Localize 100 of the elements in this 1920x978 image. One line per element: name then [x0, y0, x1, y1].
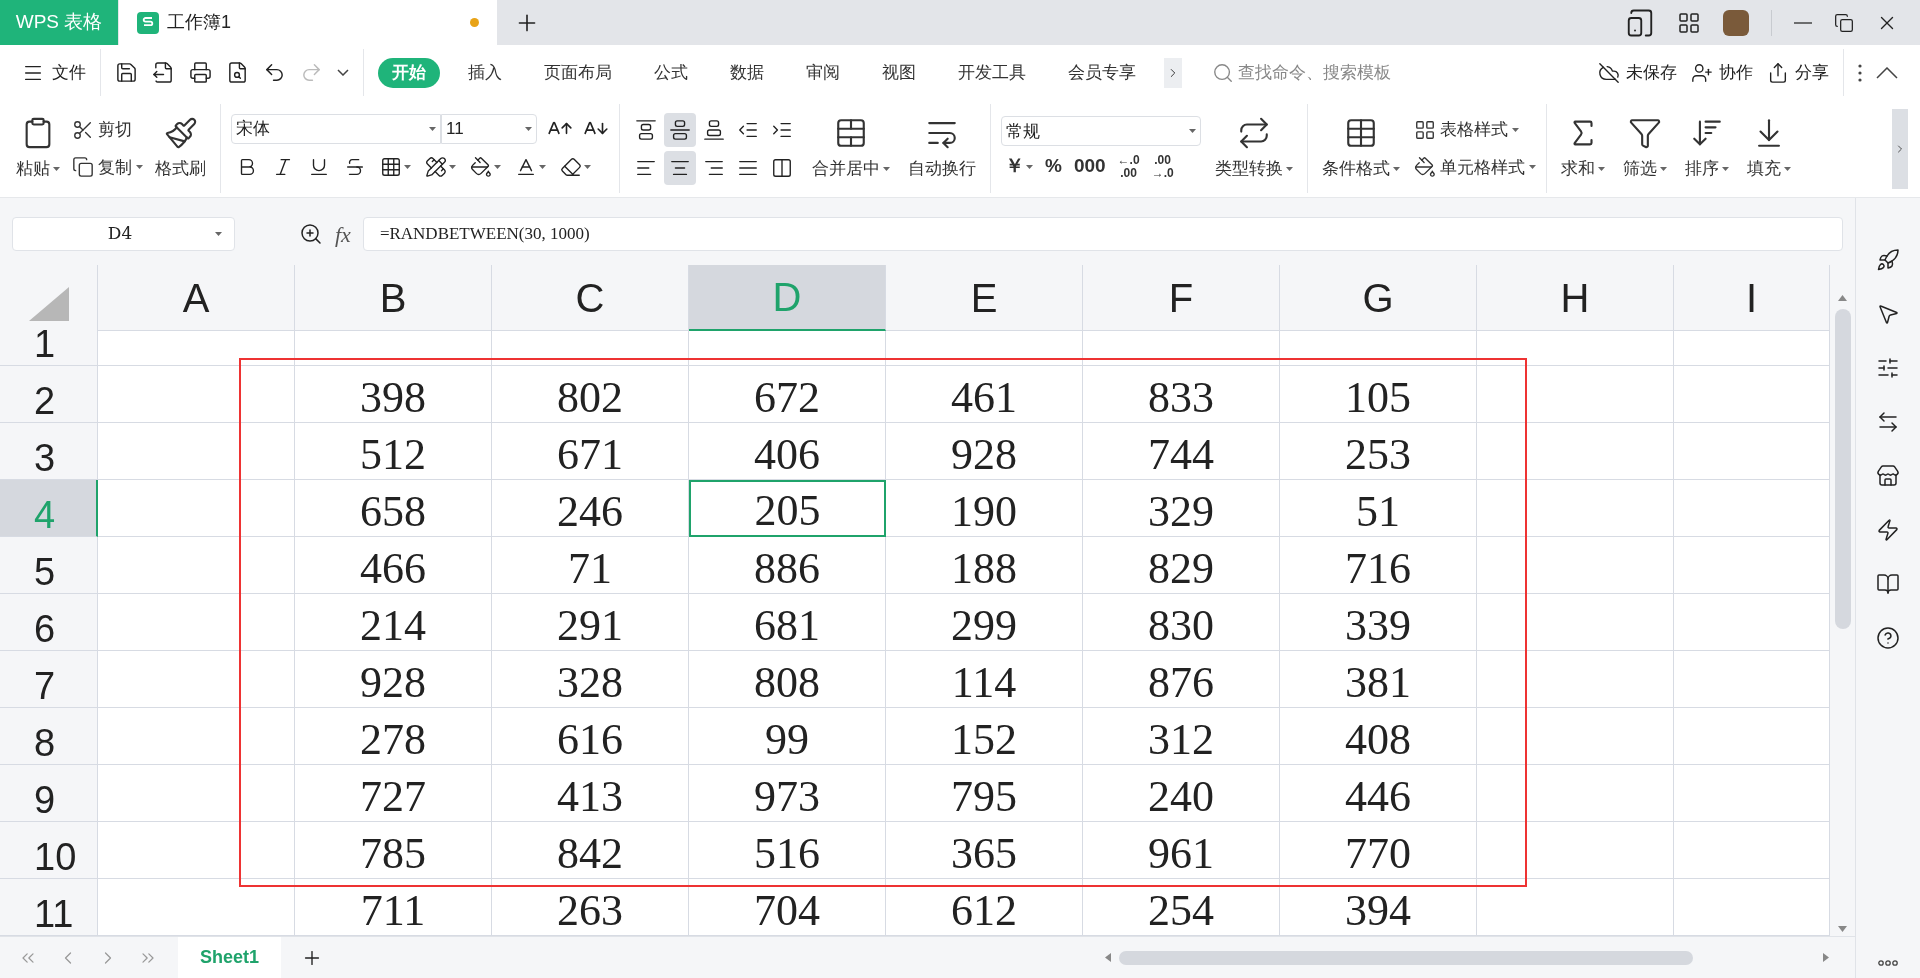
avatar[interactable]: [1723, 9, 1749, 36]
table-cell: 466: [295, 537, 492, 594]
document-tab[interactable]: 工作簿1: [119, 0, 497, 45]
scroll-up-icon[interactable]: [1838, 295, 1847, 301]
menu-tab[interactable]: 开发工具: [944, 57, 1040, 88]
caret-icon: [449, 164, 456, 169]
menu-tab[interactable]: 数据: [716, 57, 778, 88]
help-icon: [1876, 626, 1900, 650]
copy-button[interactable]: 复制: [72, 154, 143, 180]
menu-tab[interactable]: 页面布局: [530, 57, 626, 88]
menu-tab[interactable]: 审阅: [792, 57, 854, 88]
horizontal-align-button[interactable]: [664, 150, 696, 185]
eraser-icon: [560, 155, 582, 178]
table-cell: 408: [1280, 708, 1477, 765]
cell-style-button[interactable]: 单元格样式: [1414, 154, 1536, 180]
editing-button[interactable]: 填充: [1743, 115, 1795, 182]
zoom-icon: [299, 222, 323, 246]
column-header[interactable]: F: [1083, 265, 1280, 331]
header-action-button[interactable]: 协作: [1691, 59, 1753, 86]
more-icon[interactable]: [1858, 63, 1862, 82]
table-style-button[interactable]: 表格样式: [1414, 117, 1536, 143]
paintbrush-icon: [163, 115, 198, 150]
conditional-format-button[interactable]: 条件格式: [1318, 115, 1404, 182]
scroll-down-icon[interactable]: [1838, 926, 1847, 932]
column-header[interactable]: E: [886, 265, 1083, 331]
number-format-button[interactable]: ￥: [1005, 152, 1033, 181]
paste-button[interactable]: 粘贴: [12, 115, 64, 182]
table-cell: 413: [492, 765, 689, 822]
table-cell: 406: [689, 423, 886, 480]
decimal-button[interactable]: ←.0 .00: [1117, 153, 1140, 180]
column-header[interactable]: A: [98, 265, 295, 331]
lightning-icon: [1876, 518, 1900, 542]
number-format-button[interactable]: %: [1045, 152, 1062, 181]
caret-icon: [404, 164, 411, 169]
table-cell: 681: [689, 594, 886, 651]
document-title: 工作簿1: [167, 11, 232, 34]
table-cell: 727: [295, 765, 492, 822]
font-name-select[interactable]: 宋体: [231, 113, 441, 144]
table-cell: 973: [689, 765, 886, 822]
row-header[interactable]: 2: [0, 366, 98, 423]
number-format-select[interactable]: 常规: [1001, 116, 1201, 147]
row-header[interactable]: 10: [0, 822, 98, 879]
menu-tab[interactable]: 公式: [640, 57, 702, 88]
row-header[interactable]: 7: [0, 651, 98, 708]
more-icon[interactable]: [1878, 960, 1898, 966]
table-cell: 808: [689, 651, 886, 708]
table-cell: 512: [295, 423, 492, 480]
row-header[interactable]: 8: [0, 708, 98, 765]
caret-icon: [53, 166, 60, 171]
editing-button[interactable]: 求和: [1557, 115, 1609, 182]
row-header[interactable]: 6: [0, 594, 98, 651]
table-cell: 312: [1083, 708, 1280, 765]
table-cell: 716: [1280, 537, 1477, 594]
caret-icon: [1660, 166, 1667, 171]
undo-icon: [263, 61, 286, 84]
command-search-field[interactable]: 查找命令、搜索模板: [1212, 59, 1532, 86]
header-action-button[interactable]: 分享: [1767, 59, 1829, 86]
menu-tab[interactable]: 插入: [454, 57, 516, 88]
scrollbar-thumb[interactable]: [1834, 309, 1851, 629]
number-format-button[interactable]: 000: [1073, 152, 1106, 181]
add-user-icon: [1691, 61, 1713, 84]
function-label[interactable]: fx: [335, 217, 351, 251]
table-cell: 328: [492, 651, 689, 708]
menu-tab[interactable]: 会员专享: [1054, 57, 1150, 88]
font-size-select[interactable]: 11: [441, 113, 537, 144]
row-header[interactable]: 11: [0, 879, 98, 936]
type-convert-button[interactable]: 类型转换: [1211, 115, 1297, 182]
scroll-right-icon[interactable]: [1823, 953, 1829, 962]
editing-button[interactable]: 筛选: [1619, 115, 1671, 182]
row-header[interactable]: 1: [0, 331, 98, 366]
caret-icon: [1784, 166, 1791, 171]
menu-tab[interactable]: 视图: [868, 57, 930, 88]
name-box[interactable]: D4: [12, 217, 235, 251]
row-header[interactable]: 3: [0, 423, 98, 480]
collapse-icon[interactable]: [1876, 66, 1898, 79]
decimal-button[interactable]: .00 →.0: [1151, 153, 1174, 180]
formula-input[interactable]: =RANDBETWEEN(30, 1000): [362, 217, 1843, 251]
table-cell: 802: [492, 366, 689, 423]
row-header[interactable]: 9: [0, 765, 98, 822]
table-style-icon: [1414, 118, 1436, 141]
caret-icon: [883, 166, 890, 171]
print-icon: [189, 61, 212, 84]
row-header[interactable]: 5: [0, 537, 98, 594]
wrap-text-button[interactable]: 自动换行: [904, 115, 980, 182]
editing-button[interactable]: 排序: [1681, 115, 1733, 182]
table-cell: 365: [886, 822, 1083, 879]
chevron-down-icon[interactable]: [337, 69, 349, 76]
header-action-button[interactable]: 未保存: [1598, 59, 1677, 86]
scroll-left-icon[interactable]: [1105, 953, 1111, 962]
column-header[interactable]: B: [295, 265, 492, 331]
table-cell: 246: [492, 480, 689, 537]
format-painter-button[interactable]: 格式刷: [151, 115, 210, 182]
file-menu[interactable]: 文件: [22, 59, 86, 86]
scrollbar-thumb[interactable]: [1119, 950, 1693, 965]
table-cell: 461: [886, 366, 1083, 423]
column-header[interactable]: G: [1280, 265, 1477, 331]
cut-button[interactable]: 剪切: [72, 117, 143, 143]
vertical-align-button[interactable]: [664, 112, 696, 147]
merge-center-button[interactable]: 合并居中: [808, 115, 894, 182]
column-header[interactable]: H: [1477, 265, 1674, 331]
